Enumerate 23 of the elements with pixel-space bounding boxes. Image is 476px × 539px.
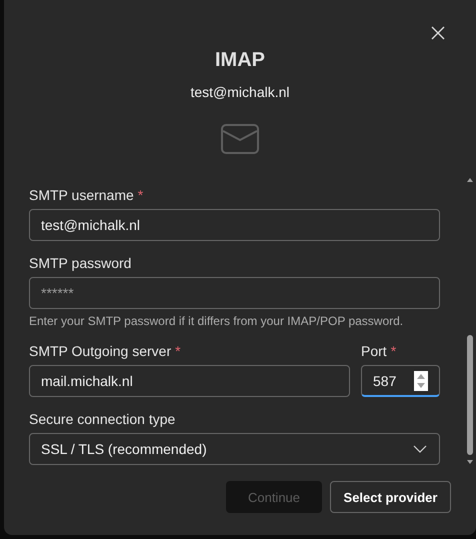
account-email: test@michalk.nl xyxy=(189,84,291,100)
field-label: SMTP username xyxy=(29,186,134,205)
scrollbar-thumb[interactable] xyxy=(467,335,473,455)
password-field[interactable]: ****** xyxy=(29,277,440,309)
select-provider-button[interactable]: Select provider xyxy=(330,481,451,513)
dropdown[interactable]: SSL / TLS (recommended) xyxy=(29,433,440,465)
field-label: Port xyxy=(361,342,387,361)
required-mark: * xyxy=(175,342,181,361)
help-text: Enter your SMTP password if it differs from your IMAP/POP password. xyxy=(29,313,404,329)
spinner-icon[interactable] xyxy=(414,371,428,391)
scroll-down-icon[interactable] xyxy=(466,459,474,465)
dialog-title: IMAP xyxy=(214,48,266,72)
field-label: SMTP Outgoing server xyxy=(29,342,172,361)
close-icon[interactable] xyxy=(431,26,445,40)
scroll-up-icon[interactable] xyxy=(466,177,474,183)
envelope-icon xyxy=(221,124,259,154)
input-field[interactable]: mail.michalk.nl xyxy=(29,365,350,397)
required-mark: * xyxy=(390,342,396,361)
input-field[interactable]: test@michalk.nl xyxy=(29,209,440,241)
field-label: Secure connection type xyxy=(29,410,176,429)
field-label: SMTP password xyxy=(29,254,132,273)
required-mark: * xyxy=(138,186,144,205)
chevron-down-icon xyxy=(413,445,427,453)
